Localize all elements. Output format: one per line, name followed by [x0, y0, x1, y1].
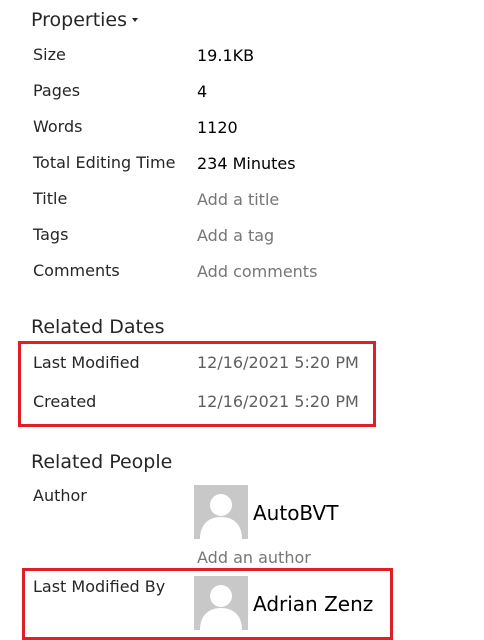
pages-value: 4 [197, 82, 208, 101]
add-author-field[interactable]: Add an author [197, 547, 311, 569]
author-label: Author [33, 486, 87, 505]
author-name[interactable]: AutoBVT [253, 500, 338, 526]
comments-field[interactable]: Add comments [197, 261, 317, 283]
title-field[interactable]: Add a title [197, 189, 279, 211]
size-label: Size [33, 45, 66, 64]
chevron-down-icon [132, 18, 139, 22]
comments-label: Comments [33, 261, 120, 280]
person-icon [194, 576, 248, 630]
tags-field[interactable]: Add a tag [197, 225, 274, 247]
author-avatar [194, 485, 248, 539]
person-icon [194, 485, 248, 539]
related-dates-title: Related Dates [31, 316, 165, 338]
words-value: 1120 [197, 118, 238, 137]
pages-label: Pages [33, 81, 81, 100]
related-people-title: Related People [31, 451, 173, 473]
editing-time-value: 234 Minutes [197, 154, 296, 173]
title-label: Title [33, 189, 68, 208]
size-value: 19.1KB [197, 46, 255, 65]
properties-panel: Properties Size 19.1KB Pages 4 Words 112… [0, 0, 484, 640]
words-label: Words [33, 117, 83, 136]
editing-time-label: Total Editing Time [33, 153, 176, 172]
last-modified-by-avatar [194, 576, 248, 630]
last-modified-value: 12/16/2021 5:20 PM [197, 353, 359, 372]
created-label: Created [33, 392, 97, 411]
last-modified-label: Last Modified [33, 353, 140, 372]
created-value: 12/16/2021 5:20 PM [197, 392, 359, 411]
properties-header[interactable]: Properties [31, 8, 139, 32]
properties-title: Properties [31, 9, 128, 31]
last-modified-by-name[interactable]: Adrian Zenz [253, 591, 373, 617]
last-modified-by-label: Last Modified By [33, 577, 166, 596]
tags-label: Tags [33, 225, 69, 244]
